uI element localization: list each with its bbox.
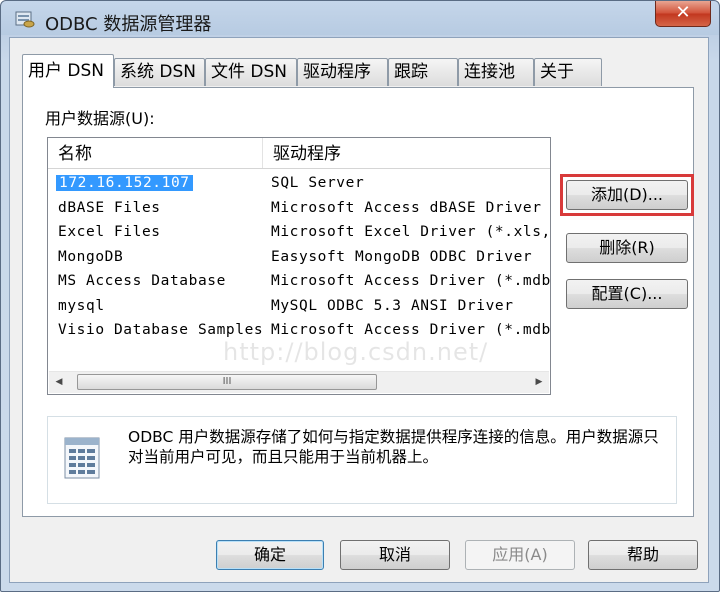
dsn-name: mysql — [58, 297, 105, 314]
tab-system-dsn[interactable]: 系统 DSN — [114, 58, 205, 86]
dsn-driver: Microsoft Access dBASE Driver — [271, 199, 542, 216]
tab-tracing[interactable]: 跟踪 — [388, 58, 458, 86]
ok-button[interactable]: 确定 — [216, 540, 324, 570]
dsn-name: 172.16.152.107 — [56, 175, 193, 191]
dsn-driver: Microsoft Access Driver (*.mdb — [271, 273, 551, 289]
dsn-name: MongoDB — [58, 248, 124, 265]
dsn-name: dBASE Files — [58, 199, 161, 216]
dsn-driver: Microsoft Excel Driver (*.xls, — [271, 224, 551, 240]
tab-about[interactable]: 关于 — [534, 58, 602, 86]
list-rows: 172.16.152.107 SQL Server dBASE Files Micr… — [48, 172, 550, 344]
apply-button[interactable]: 应用(A) — [465, 540, 575, 570]
dsn-driver: MySQL ODBC 5.3 ANSI Driver — [271, 297, 514, 314]
help-button[interactable]: 帮助 — [588, 540, 698, 570]
dsn-name: MS Access Database — [58, 273, 226, 289]
scroll-left-icon[interactable]: ◀ — [49, 372, 69, 393]
remove-button[interactable]: 删除(R) — [566, 233, 688, 263]
list-item[interactable]: MongoDB Easysoft MongoDB ODBC Driver — [48, 246, 550, 271]
list-header: 名称 驱动程序 — [48, 138, 550, 169]
list-item[interactable]: dBASE Files Microsoft Access dBASE Driver — [48, 197, 550, 222]
column-header-driver[interactable]: 驱动程序 — [263, 138, 550, 168]
dsn-driver: Microsoft Access Driver (*.mdb — [271, 322, 551, 338]
configure-button[interactable]: 配置(C)... — [566, 279, 688, 309]
odbc-dialog-window: ODBC 数据源管理器 ✕ 用户 DSN 系统 DSN 文件 DSN 驱动程序 … — [0, 0, 720, 592]
dsn-driver: Easysoft MongoDB ODBC Driver — [271, 248, 533, 265]
add-button-highlight — [560, 174, 694, 216]
user-dsn-panel: 用户数据源(U): 名称 驱动程序 172.16.152.107 SQL Serv… — [22, 87, 694, 517]
data-source-info-icon — [64, 437, 100, 479]
tab-drivers[interactable]: 驱动程序 — [297, 58, 388, 86]
cancel-button[interactable]: 取消 — [340, 540, 450, 570]
info-box: ODBC 用户数据源存储了如何与指定数据提供程序连接的信息。用户数据源只对当前用… — [47, 416, 677, 504]
title-bar[interactable]: ODBC 数据源管理器 ✕ — [1, 1, 719, 37]
window-title: ODBC 数据源管理器 — [45, 14, 212, 35]
list-item[interactable]: Excel Files Microsoft Excel Driver (*.xls… — [48, 221, 550, 246]
info-description: ODBC 用户数据源存储了如何与指定数据提供程序连接的信息。用户数据源只对当前用… — [128, 428, 659, 466]
tab-user-dsn[interactable]: 用户 DSN — [22, 54, 114, 88]
dialog-client-area: 用户 DSN 系统 DSN 文件 DSN 驱动程序 跟踪 连接池 关于 用户数据… — [9, 37, 709, 583]
list-item[interactable]: MS Access Database Microsoft Access Drive… — [48, 270, 550, 295]
scroll-right-icon[interactable]: ▶ — [529, 372, 549, 393]
dsn-driver: SQL Server — [271, 175, 365, 191]
tab-file-dsn[interactable]: 文件 DSN — [205, 58, 297, 86]
list-item[interactable]: mysql MySQL ODBC 5.3 ANSI Driver — [48, 295, 550, 320]
list-item[interactable]: 172.16.152.107 SQL Server — [48, 172, 550, 197]
scroll-thumb[interactable]: III — [77, 374, 377, 390]
close-button[interactable]: ✕ — [655, 1, 711, 27]
dsn-name: Excel Files — [58, 224, 161, 240]
watermark-text: http://blog.csdn.net/ — [223, 338, 489, 366]
tab-connection-pooling[interactable]: 连接池 — [458, 58, 534, 86]
odbc-app-icon — [15, 11, 35, 28]
user-data-sources-label: 用户数据源(U): — [45, 109, 155, 128]
column-header-name[interactable]: 名称 — [48, 138, 262, 168]
dsn-name: Visio Database Samples — [58, 322, 264, 338]
horizontal-scrollbar[interactable]: ◀ III ▶ — [49, 371, 549, 393]
